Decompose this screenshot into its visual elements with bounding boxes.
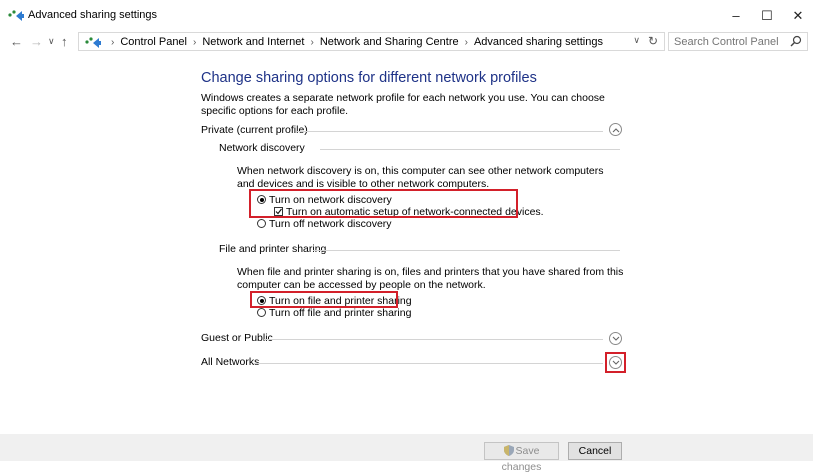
divider xyxy=(313,250,620,251)
search-input[interactable] xyxy=(674,35,784,49)
intro-text: Windows creates a separate network profi… xyxy=(201,92,605,117)
breadcrumb-separator-icon: › xyxy=(193,37,197,48)
divider xyxy=(253,363,603,364)
breadcrumb: › Control Panel › Network and Internet › Netw… xyxy=(105,36,603,48)
shield-icon xyxy=(503,445,514,456)
radio-unselected-icon[interactable] xyxy=(257,219,266,228)
close-button[interactable]: ✕ xyxy=(783,4,813,28)
footer-bar: Save changes Cancel xyxy=(0,434,813,473)
forward-arrow-icon[interactable]: → xyxy=(30,34,43,49)
file-sharing-off-label[interactable]: Turn off file and printer sharing xyxy=(269,307,411,319)
divider xyxy=(320,149,620,150)
search-icon[interactable] xyxy=(790,35,802,47)
breadcrumb-separator-icon: › xyxy=(464,37,468,48)
radio-unselected-icon[interactable] xyxy=(257,308,266,317)
profile-all-networks-label[interactable]: All Networks xyxy=(201,356,259,368)
network-location-icon xyxy=(85,37,101,48)
title-bar: Advanced sharing settings – ☐ ✕ xyxy=(0,0,813,30)
network-app-icon xyxy=(8,10,24,21)
chevron-up-icon xyxy=(612,128,620,133)
breadcrumb-network-and-internet[interactable]: Network and Internet xyxy=(202,36,304,48)
divider xyxy=(264,339,603,340)
save-changes-button[interactable]: Save changes xyxy=(484,442,559,473)
breadcrumb-advanced-sharing-settings[interactable]: Advanced sharing settings xyxy=(474,36,603,48)
minimize-button[interactable]: – xyxy=(721,4,751,28)
network-discovery-off-label[interactable]: Turn off network discovery xyxy=(269,218,392,230)
file-printer-sharing-description: When file and printer sharing is on, fil… xyxy=(237,266,624,291)
highlight-box xyxy=(249,189,518,218)
recent-locations-chevron-icon[interactable]: ∨ xyxy=(48,36,55,47)
network-discovery-heading: Network discovery xyxy=(219,142,305,154)
refresh-icon[interactable]: ↻ xyxy=(648,34,658,48)
file-sharing-off-option[interactable]: Turn off file and printer sharing xyxy=(257,307,411,319)
file-printer-sharing-heading: File and printer sharing xyxy=(219,243,327,255)
network-discovery-description: When network discovery is on, this compu… xyxy=(237,165,604,190)
highlight-box xyxy=(605,352,626,373)
profile-private-label[interactable]: Private (current profile) xyxy=(201,124,308,136)
highlight-box xyxy=(250,291,398,308)
window-title: Advanced sharing settings xyxy=(28,9,158,21)
search-box[interactable] xyxy=(668,32,808,51)
profile-guest-public-label[interactable]: Guest or Public xyxy=(201,332,273,344)
breadcrumb-network-and-sharing-centre[interactable]: Network and Sharing Centre xyxy=(320,36,459,48)
address-bar[interactable]: › Control Panel › Network and Internet › Netw… xyxy=(78,32,665,51)
main-content: Change sharing options for different net… xyxy=(0,54,813,434)
address-dropdown-icon[interactable]: ∨ xyxy=(633,35,640,46)
collapse-private-button[interactable] xyxy=(609,123,622,136)
network-discovery-off-option[interactable]: Turn off network discovery xyxy=(257,218,392,230)
navigation-bar: ← → ∨ ↑ › Control Panel › Network and Inter… xyxy=(0,31,813,53)
breadcrumb-separator-icon: › xyxy=(310,37,314,48)
page-title: Change sharing options for different net… xyxy=(201,70,537,86)
breadcrumb-separator-icon: › xyxy=(111,37,115,48)
cancel-button[interactable]: Cancel xyxy=(568,442,622,460)
divider xyxy=(297,131,603,132)
maximize-button[interactable]: ☐ xyxy=(752,4,782,28)
breadcrumb-control-panel[interactable]: Control Panel xyxy=(120,36,187,48)
chevron-down-icon xyxy=(612,336,620,341)
expand-guest-public-button[interactable] xyxy=(609,332,622,345)
back-arrow-icon[interactable]: ← xyxy=(10,34,23,49)
up-arrow-icon[interactable]: ↑ xyxy=(61,34,68,49)
